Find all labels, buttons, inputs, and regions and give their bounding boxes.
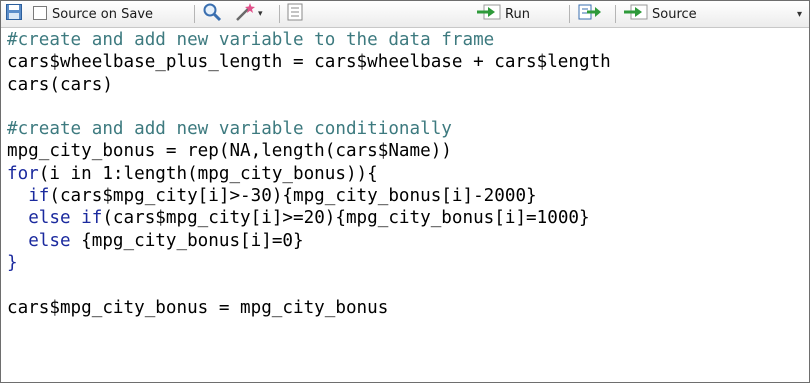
code-text: cars$mpg_city_bonus = mpg_city_bonus xyxy=(7,297,389,318)
code-text: (i in 1:length(mpg_city_bonus)){ xyxy=(38,163,378,184)
toolbar-divider xyxy=(194,5,195,23)
chevron-down-icon: ▾ xyxy=(258,9,263,19)
source-editor-pane: Source on Save ▾ Run Source ▾ #create an… xyxy=(0,0,810,383)
toolbar-divider xyxy=(279,5,280,23)
toolbar-divider xyxy=(569,5,570,23)
chevron-down-icon: ▾ xyxy=(797,8,803,20)
code-text: (cars$mpg_city[i]>=20){mpg_city_bonus[i]… xyxy=(102,208,590,229)
checkbox-icon xyxy=(33,5,47,24)
code-line[interactable]: if(cars$mpg_city[i]>-30){mpg_city_bonus[… xyxy=(7,185,809,207)
code-tools-button[interactable]: ▾ xyxy=(234,1,270,27)
find-button[interactable] xyxy=(202,1,226,27)
source-menu-dropdown[interactable]: ▾ xyxy=(797,1,809,27)
code-editor[interactable]: #create and add new variable to the data… xyxy=(7,29,809,319)
source-on-save-text: Source on Save xyxy=(52,6,154,22)
source-on-save-label[interactable]: Source on Save xyxy=(52,1,153,27)
toolbar-divider xyxy=(615,5,616,23)
editor-toolbar: Source on Save ▾ Run Source ▾ xyxy=(1,1,809,28)
compile-report-icon xyxy=(287,3,303,25)
code-keyword: } xyxy=(7,252,18,273)
code-line[interactable] xyxy=(7,274,809,296)
code-comment: #create and add new variable to the data… xyxy=(7,30,495,50)
code-line[interactable]: } xyxy=(7,252,809,274)
run-button[interactable]: Run xyxy=(476,1,530,27)
code-line[interactable] xyxy=(7,96,809,118)
search-icon xyxy=(202,2,222,26)
save-button[interactable] xyxy=(5,1,27,27)
code-line[interactable]: #create and add new variable to the data… xyxy=(7,29,809,51)
code-line[interactable]: mpg_city_bonus = rep(NA,length(cars$Name… xyxy=(7,140,809,162)
code-line[interactable]: cars$wheelbase_plus_length = cars$wheelb… xyxy=(7,51,809,73)
code-keyword: else if xyxy=(28,208,103,229)
code-text: cars$wheelbase_plus_length = cars$wheelb… xyxy=(7,52,611,73)
compile-report-button[interactable] xyxy=(287,1,309,27)
code-keyword: if xyxy=(28,186,50,207)
code-text: {mpg_city_bonus[i]=0} xyxy=(70,230,304,251)
code-text: mpg_city_bonus = rep(NA,length(cars$Name… xyxy=(7,141,452,162)
code-line[interactable]: else if(cars$mpg_city[i]>=20){mpg_city_b… xyxy=(7,207,809,229)
code-line[interactable]: else {mpg_city_bonus[i]=0} xyxy=(7,230,809,252)
code-line[interactable]: cars(cars) xyxy=(7,74,809,96)
code-comment: #create and add new variable conditional… xyxy=(7,119,452,140)
save-icon xyxy=(5,3,23,25)
code-text: (cars$mpg_city[i]>-30){mpg_city_bonus[i]… xyxy=(49,186,537,207)
code-keyword: for xyxy=(7,163,39,184)
source-arrow-icon xyxy=(623,4,649,24)
source-button[interactable]: Source xyxy=(623,1,697,27)
source-on-save-checkbox[interactable] xyxy=(33,1,49,27)
code-keyword: else xyxy=(28,230,71,251)
source-label: Source xyxy=(652,6,697,22)
run-arrow-icon xyxy=(476,4,502,24)
rerun-icon xyxy=(578,4,602,24)
rerun-button[interactable] xyxy=(578,1,606,27)
run-label: Run xyxy=(505,6,530,22)
code-text: cars(cars) xyxy=(7,74,113,95)
magic-wand-icon xyxy=(234,2,256,26)
code-line[interactable]: cars$mpg_city_bonus = mpg_city_bonus xyxy=(7,297,809,319)
code-line[interactable]: #create and add new variable conditional… xyxy=(7,118,809,140)
code-line[interactable]: for(i in 1:length(mpg_city_bonus)){ xyxy=(7,163,809,185)
